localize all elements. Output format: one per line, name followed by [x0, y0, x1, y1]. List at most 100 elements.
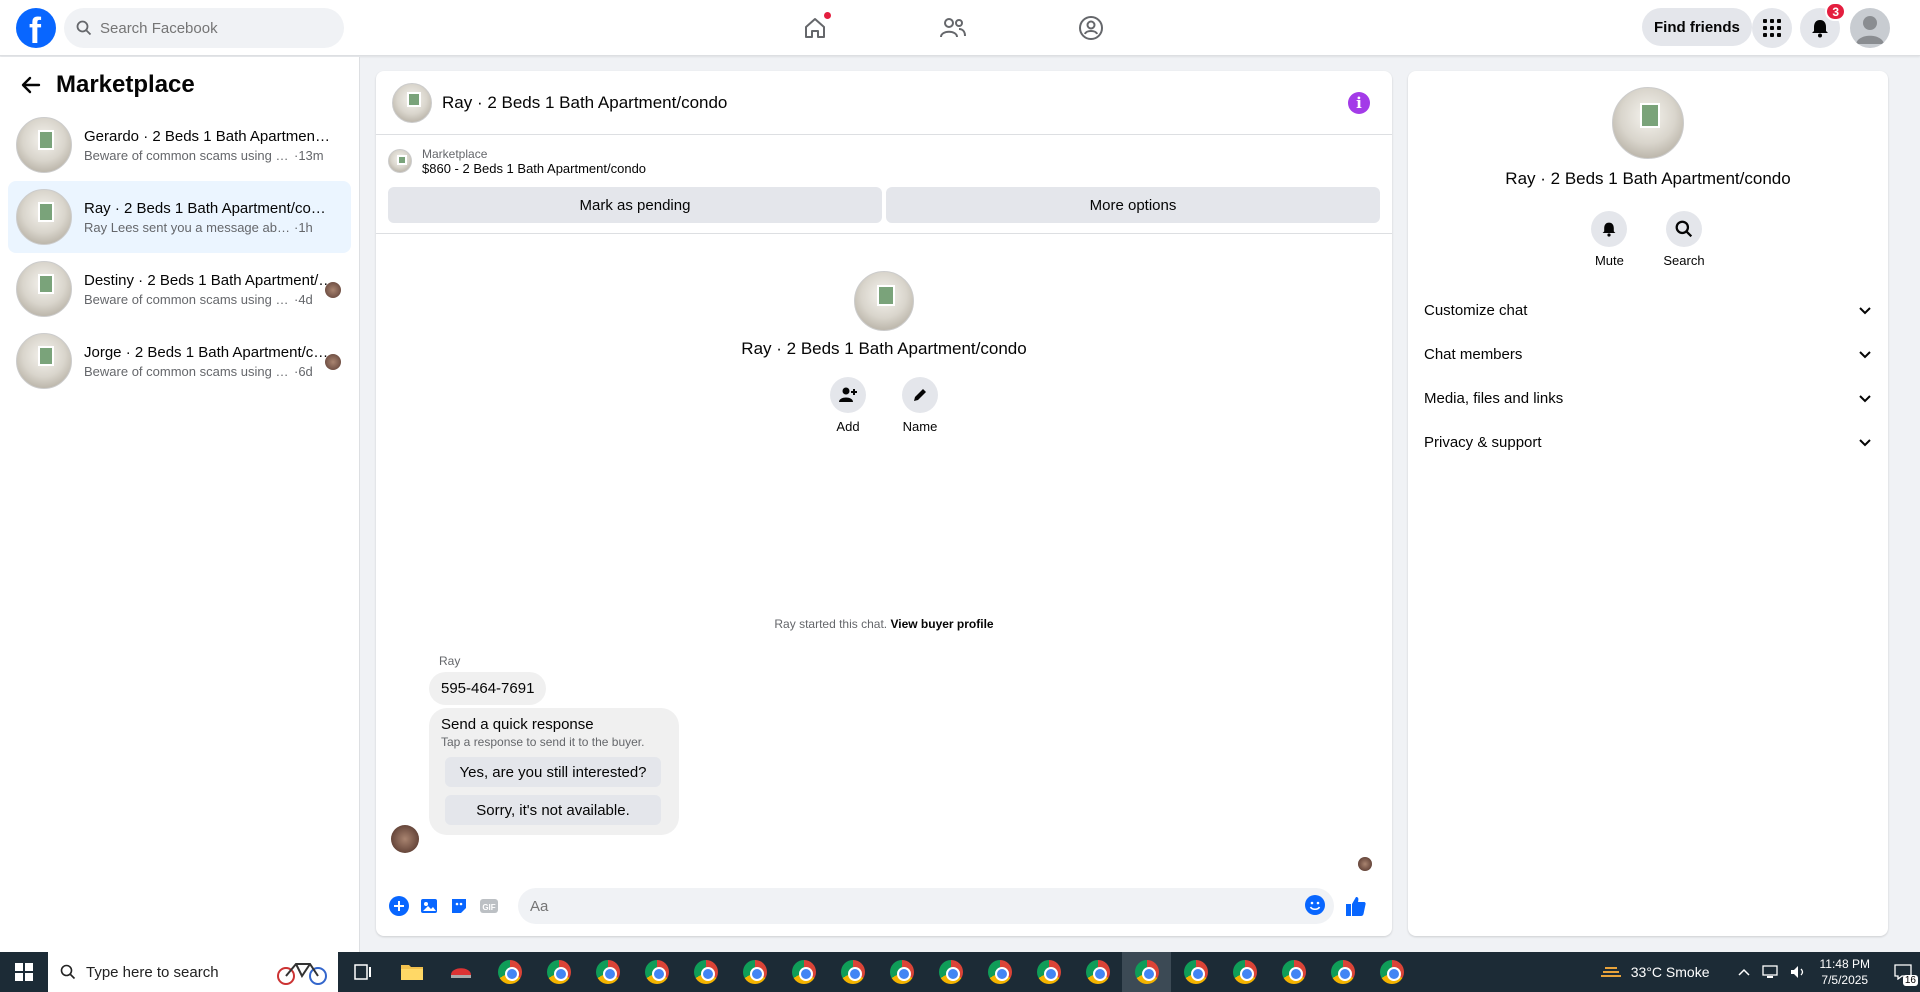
more-options-button[interactable]: More options	[886, 187, 1380, 223]
file-explorer-button[interactable]	[387, 952, 436, 992]
chevron-up-icon[interactable]	[1737, 967, 1750, 977]
emoji-button[interactable]	[1304, 894, 1326, 921]
start-button[interactable]	[0, 952, 48, 992]
chrome-profile-button[interactable]	[1024, 952, 1073, 992]
attach-photo-button[interactable]	[417, 894, 441, 918]
chrome-icon	[546, 960, 571, 984]
listing-summary[interactable]: Marketplace $860 - 2 Beds 1 Bath Apartmen…	[376, 135, 1392, 187]
app-button[interactable]	[436, 952, 485, 992]
taskbar-search[interactable]: Type here to search	[48, 952, 338, 992]
facebook-logo-letter: f	[29, 10, 41, 51]
like-button[interactable]	[1344, 894, 1368, 918]
conversation-item[interactable]: Destiny · 2 Beds 1 Bath Apartment/condo B…	[8, 253, 351, 325]
chat-intro-avatar	[854, 271, 914, 331]
conversation-item[interactable]: Gerardo · 2 Beds 1 Bath Apartment/condo B…	[8, 109, 351, 181]
chrome-profile-button[interactable]	[828, 952, 877, 992]
quick-response-subtitle: Tap a response to send it to the buyer.	[441, 735, 645, 749]
facebook-logo[interactable]: f	[16, 8, 56, 51]
weather-text[interactable]: 33°C Smoke	[1631, 964, 1710, 980]
clock-date: 7/5/2025	[1821, 973, 1869, 987]
menu-item-label: Customize chat	[1424, 301, 1528, 319]
search-bar[interactable]	[64, 8, 344, 48]
chrome-profile-button[interactable]	[534, 952, 583, 992]
chrome-profile-button-active[interactable]	[1122, 952, 1171, 992]
chrome-icon	[889, 960, 914, 984]
sticker-button[interactable]	[447, 894, 471, 918]
notification-center-button[interactable]: 16	[1886, 952, 1920, 992]
conversation-title: Destiny · 2 Beds 1 Bath Apartment/condo	[84, 271, 334, 289]
conversation-item-active[interactable]: Ray · 2 Beds 1 Bath Apartment/condo Ray L…	[8, 181, 351, 253]
chevron-down-icon	[1859, 395, 1871, 403]
chrome-profile-button[interactable]	[632, 952, 681, 992]
privacy-support-item[interactable]: Privacy & support	[1408, 420, 1888, 464]
weather-icon	[1600, 967, 1621, 977]
emoji-icon	[1305, 895, 1325, 915]
profile-avatar[interactable]	[1850, 8, 1890, 48]
chrome-profile-button[interactable]	[877, 952, 926, 992]
chrome-profile-button[interactable]	[1269, 952, 1318, 992]
sender-avatar[interactable]	[391, 825, 419, 853]
media-files-links-item[interactable]: Media, files and links	[1408, 376, 1888, 420]
conversation-title: Jorge · 2 Beds 1 Bath Apartment/condo	[84, 343, 334, 361]
chrome-profile-button[interactable]	[926, 952, 975, 992]
chrome-profile-button[interactable]	[1171, 952, 1220, 992]
chrome-profile-button[interactable]	[1367, 952, 1416, 992]
menu-button[interactable]	[1752, 8, 1792, 48]
home-tab[interactable]	[780, 8, 850, 48]
windows-taskbar: Type here to search 33°C Smoke 11:48 PM 7…	[0, 952, 1920, 992]
friends-tab[interactable]	[918, 8, 988, 48]
chrome-profile-button[interactable]	[681, 952, 730, 992]
back-arrow-icon[interactable]	[20, 74, 42, 96]
marketplace-sidebar: Marketplace Gerardo · 2 Beds 1 Bath Apar…	[0, 57, 360, 952]
gif-button[interactable]: GIF	[477, 894, 501, 918]
chrome-profile-button[interactable]	[975, 952, 1024, 992]
message-input-wrapper[interactable]	[518, 888, 1334, 924]
find-friends-button[interactable]: Find friends	[1642, 8, 1752, 46]
mark-as-pending-button[interactable]: Mark as pending	[388, 187, 882, 223]
chrome-button[interactable]	[485, 952, 534, 992]
chrome-icon	[1036, 960, 1061, 984]
chrome-profile-button[interactable]	[1318, 952, 1367, 992]
groups-tab[interactable]	[1056, 8, 1126, 48]
conversation-title: Ray · 2 Beds 1 Bath Apartment/condo	[84, 199, 334, 217]
search-in-chat-button[interactable]: Search	[1663, 211, 1705, 268]
add-label: Add	[836, 419, 860, 434]
chat-members-item[interactable]: Chat members	[1408, 332, 1888, 376]
message-bubble[interactable]: 595-464-7691	[429, 672, 547, 705]
customize-chat-item[interactable]: Customize chat	[1408, 288, 1888, 332]
sidebar-header: Marketplace	[0, 57, 359, 109]
divider	[376, 233, 1392, 234]
mute-button[interactable]: Mute	[1591, 211, 1628, 268]
add-member-button[interactable]: Add	[830, 377, 866, 434]
task-view-button[interactable]	[338, 952, 387, 992]
chat-title[interactable]: Ray · 2 Beds 1 Bath Apartment/condo	[442, 93, 727, 113]
volume-icon[interactable]	[1790, 965, 1808, 979]
chrome-profile-button[interactable]	[1220, 952, 1269, 992]
chevron-down-icon	[1859, 351, 1871, 359]
info-avatar	[1612, 87, 1684, 159]
message-input[interactable]	[530, 897, 1230, 915]
chrome-icon	[1183, 960, 1208, 984]
edit-name-button[interactable]: Name	[902, 377, 938, 434]
notifications-button[interactable]: 3	[1800, 2, 1846, 48]
network-icon[interactable]	[1761, 965, 1780, 979]
info-icon[interactable]: i	[1348, 92, 1370, 114]
chrome-profile-button[interactable]	[779, 952, 828, 992]
more-actions-button[interactable]	[387, 894, 411, 918]
chat-intro-name: Ray · 2 Beds 1 Bath Apartment/condo	[741, 339, 1027, 358]
chrome-profile-button[interactable]	[1073, 952, 1122, 992]
conversation-item[interactable]: Jorge · 2 Beds 1 Bath Apartment/condo Bew…	[8, 325, 351, 397]
chrome-icon	[595, 960, 620, 984]
chrome-profile-button[interactable]	[730, 952, 779, 992]
quick-response-unavailable[interactable]: Sorry, it's not available.	[445, 795, 661, 825]
chrome-profile-button[interactable]	[583, 952, 632, 992]
conversation-time: ·1h	[294, 219, 313, 235]
helmet-icon	[450, 968, 471, 978]
quick-response-interested[interactable]: Yes, are you still interested?	[445, 757, 661, 787]
chat-avatar[interactable]	[392, 82, 432, 123]
quick-response-title: Send a quick response	[441, 716, 594, 733]
conversation-title: Gerardo · 2 Beds 1 Bath Apartment/condo	[84, 127, 334, 145]
taskbar-clock[interactable]: 11:48 PM 7/5/2025	[1820, 956, 1870, 988]
view-buyer-profile-link[interactable]: View buyer profile	[890, 617, 993, 631]
search-input[interactable]	[100, 19, 320, 37]
